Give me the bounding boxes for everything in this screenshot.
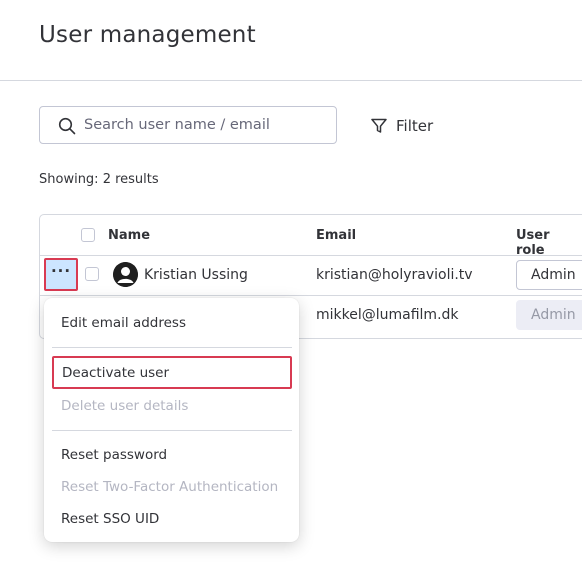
- filter-button[interactable]: Filter: [370, 110, 433, 142]
- filter-label: Filter: [396, 117, 434, 135]
- menu-item-reset-password[interactable]: Reset password: [61, 447, 167, 463]
- user-role-value: Admin: [531, 307, 576, 323]
- select-all-checkbox[interactable]: [81, 228, 95, 242]
- row-more-options-button[interactable]: ···: [44, 258, 78, 291]
- row-context-menu: Edit email address Deactivate user Delet…: [44, 298, 299, 542]
- user-email: kristian@holyravioli.tv: [316, 267, 473, 283]
- filter-icon: [371, 118, 387, 133]
- more-options-icon: ···: [50, 262, 72, 280]
- user-email: mikkel@lumafilm.dk: [316, 307, 459, 323]
- table-row-divider: [40, 255, 582, 256]
- user-role-value: Admin: [531, 267, 576, 283]
- user-name: Kristian Ussing: [144, 267, 248, 283]
- column-header-name[interactable]: Name: [108, 228, 150, 243]
- user-role-select[interactable]: Admin: [516, 260, 582, 290]
- search-icon: [58, 117, 76, 135]
- column-header-email[interactable]: Email: [316, 228, 356, 243]
- search-box[interactable]: [39, 106, 337, 144]
- header-divider: [0, 80, 582, 81]
- user-role-select-disabled: Admin: [516, 300, 582, 330]
- user-avatar-icon: [113, 262, 138, 287]
- menu-item-delete-user-details: Delete user details: [61, 398, 189, 414]
- page-title: User management: [39, 22, 256, 48]
- menu-item-reset-2fa: Reset Two-Factor Authentication: [61, 479, 279, 495]
- menu-item-reset-sso-uid[interactable]: Reset SSO UID: [61, 511, 159, 527]
- results-count: Showing: 2 results: [39, 172, 159, 187]
- search-input[interactable]: [84, 107, 324, 143]
- menu-divider: [52, 347, 292, 348]
- table-row-divider: [40, 295, 582, 296]
- menu-item-deactivate-user[interactable]: Deactivate user: [62, 365, 169, 381]
- menu-item-edit-email[interactable]: Edit email address: [61, 315, 186, 331]
- menu-divider: [52, 430, 292, 431]
- column-header-user-role[interactable]: User role: [516, 228, 582, 258]
- row-select-checkbox[interactable]: [85, 267, 99, 281]
